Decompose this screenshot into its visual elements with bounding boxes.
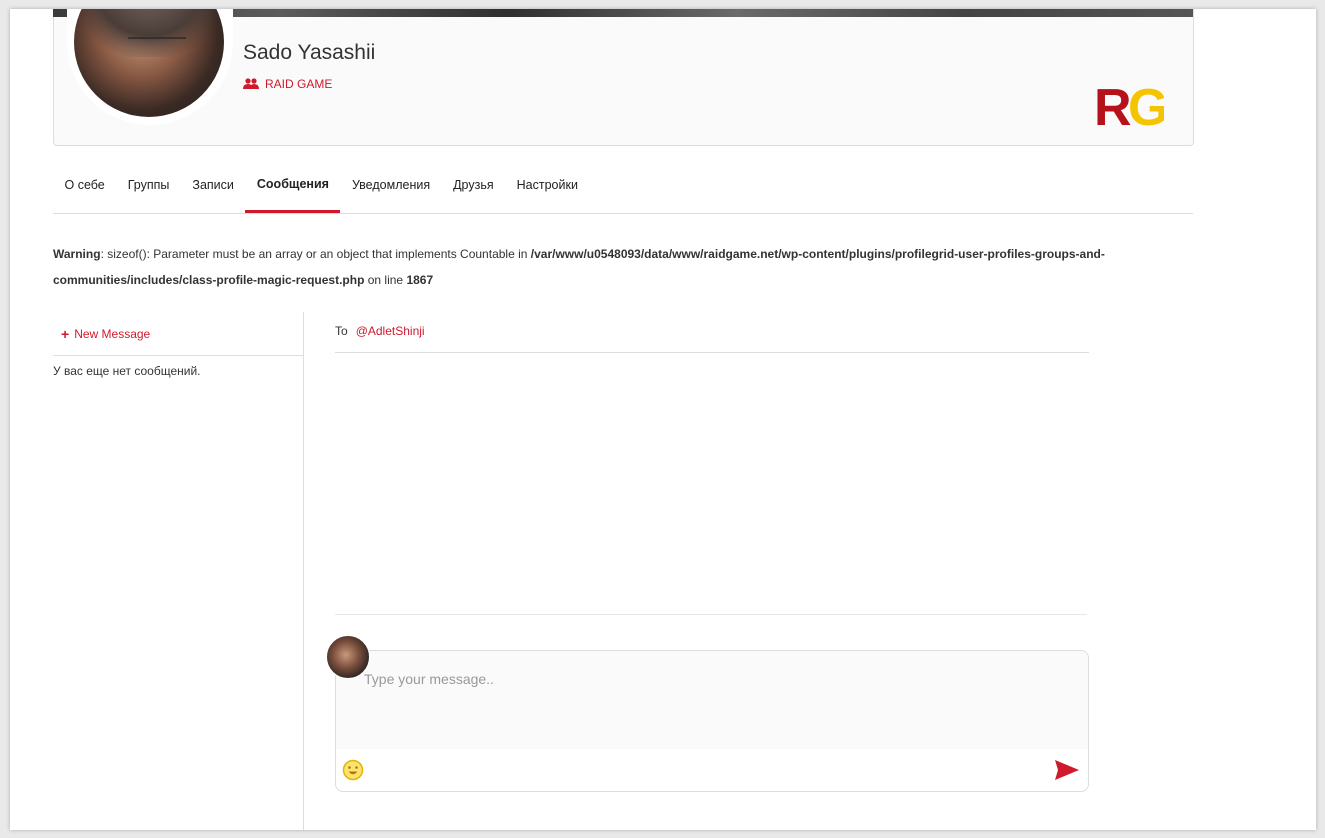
threads-sidebar: + New Message У вас еще нет сообщений. [53,312,304,830]
warning-line-text: on line [364,273,407,287]
send-icon[interactable] [1054,759,1080,781]
page: Sado Yasashii RAID GAME R G О себе Групп… [10,9,1316,830]
warning-text: : sizeof(): Parameter must be an array o… [100,247,531,261]
new-message-button[interactable]: + New Message [61,326,150,342]
tab-friends[interactable]: Друзья [442,157,506,213]
tab-posts[interactable]: Записи [181,157,246,213]
recipient-row: To @AdletShinji [335,324,425,338]
tab-about[interactable]: О себе [53,157,116,213]
message-input[interactable] [336,651,1088,749]
message-composer [335,650,1089,792]
to-label: To [335,324,348,338]
logo-letter-g: G [1128,79,1164,131]
plus-icon: + [61,326,70,342]
warning-label: Warning [53,247,101,261]
group-link[interactable]: RAID GAME [243,77,332,91]
users-icon [243,78,259,89]
tab-groups[interactable]: Группы [116,157,181,213]
profile-name: Sado Yasashii [243,41,376,64]
empty-threads-text: У вас еще нет сообщений. [53,364,201,378]
emoji-icon[interactable] [342,759,364,781]
divider [335,352,1089,353]
tab-notifications[interactable]: Уведомления [340,157,441,213]
recipient-link[interactable]: @AdletShinji [356,324,425,338]
divider [335,614,1087,615]
divider [53,355,303,356]
sender-avatar [326,635,370,679]
tab-messages[interactable]: Сообщения [245,157,341,213]
php-warning: Warning: sizeof(): Parameter must be an … [53,241,1203,293]
warning-line-number: 1867 [406,273,434,287]
new-message-label: New Message [74,327,151,341]
group-logo: R G [1094,79,1164,131]
group-name: RAID GAME [265,77,333,91]
profile-tabs: О себе Группы Записи Сообщения Уведомлен… [53,157,1193,214]
tab-settings[interactable]: Настройки [505,157,589,213]
logo-letter-r: R [1094,79,1132,131]
